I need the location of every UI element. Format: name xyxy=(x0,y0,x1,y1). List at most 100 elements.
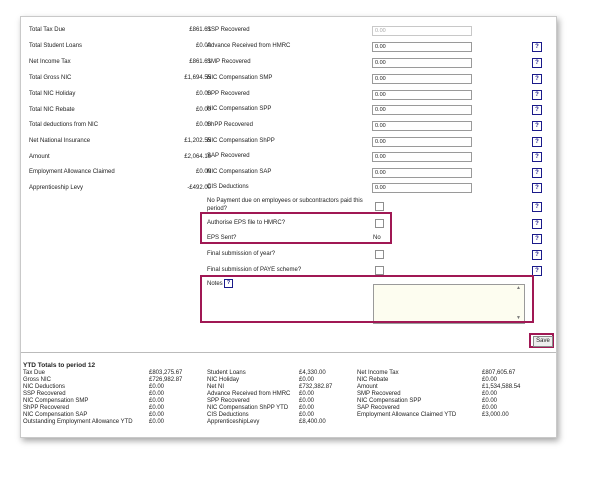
ytd-value: £0.00 xyxy=(149,419,165,425)
ytd-row: NIC Rebate £0.00 xyxy=(357,377,547,384)
ytd-row: Net NI £732,382.87 xyxy=(207,384,357,391)
total-row: Net National Insurance £1,202.55 xyxy=(29,133,211,149)
notes-highlight xyxy=(200,275,534,323)
total-label: Total Gross NIC xyxy=(29,75,72,81)
field-label: NIC Compensation ShPP xyxy=(207,138,275,144)
ytd-label: NIC Holiday xyxy=(207,377,240,383)
ytd-row: SAP Recovered £0.00 xyxy=(357,405,547,412)
eps-form-window: Total Tax Due £861.61 Total Student Loans… xyxy=(20,16,557,438)
ytd-value: £0.00 xyxy=(149,391,165,397)
spp-recovered-input[interactable]: 0.00 xyxy=(372,90,472,100)
help-icon[interactable]: ? xyxy=(532,42,542,52)
ytd-row: SSP Recovered £0.00 xyxy=(23,391,193,398)
ytd-label: CIS Deductions xyxy=(207,412,249,418)
total-row: Employment Allowance Claimed £0.00 xyxy=(29,164,211,180)
help-icon[interactable]: ? xyxy=(532,202,542,212)
ytd-label: Outstanding Employment Allowance YTD xyxy=(23,419,133,425)
nic-compensation-smp-input[interactable]: 0.00 xyxy=(372,74,472,84)
final-year-checkbox[interactable] xyxy=(375,250,384,259)
ytd-value: £0.00 xyxy=(149,384,165,390)
ytd-label: SSP Recovered xyxy=(23,391,66,397)
ytd-row: Gross NIC £726,982.87 xyxy=(23,377,193,384)
field-label: SPP Recovered xyxy=(207,91,250,97)
total-label: Total NIC Holiday xyxy=(29,91,76,97)
no-payment-checkbox[interactable] xyxy=(375,202,384,211)
total-label: Total Tax Due xyxy=(29,27,66,33)
total-label: Amount xyxy=(29,154,50,160)
help-icon[interactable]: ? xyxy=(532,234,542,244)
ytd-value: £726,982.87 xyxy=(149,377,183,383)
ytd-value: £0.00 xyxy=(149,412,165,418)
ytd-row: Tax Due £803,275.67 xyxy=(23,370,193,377)
ytd-row: NIC Compensation SAP £0.00 xyxy=(23,412,193,419)
field-label: CIS Deductions xyxy=(207,184,249,190)
total-label: Net Income Tax xyxy=(29,59,71,65)
help-icon[interactable]: ? xyxy=(532,250,542,260)
ytd-row: Employment Allowance Claimed YTD £3,000.0… xyxy=(357,412,547,419)
ytd-row: NIC Holiday £0.00 xyxy=(207,377,357,384)
nic-compensation-spp-input[interactable]: 0.00 xyxy=(372,105,472,115)
total-row: Total Student Loans £0.00 xyxy=(29,38,211,54)
field-label: NIC Compensation SAP xyxy=(207,169,272,175)
ytd-label: ShPP Recovered xyxy=(23,405,69,411)
ytd-value: £0.00 xyxy=(482,405,498,411)
help-icon[interactable]: ? xyxy=(532,183,542,193)
ytd-label: NIC Compensation ShPP YTD xyxy=(207,405,289,411)
total-row: Amount £2,064.16 xyxy=(29,149,211,165)
ytd-label: NIC Compensation SMP xyxy=(23,398,89,404)
ytd-row: NIC Deductions £0.00 xyxy=(23,384,193,391)
ytd-label: NIC Compensation SAP xyxy=(23,412,88,418)
total-row: Apprenticeship Levy -£492.00 xyxy=(29,180,211,196)
total-label: Total Student Loans xyxy=(29,43,83,49)
help-icon[interactable]: ? xyxy=(532,74,542,84)
ytd-label: Tax Due xyxy=(23,370,46,376)
ytd-label: NIC Deductions xyxy=(23,384,66,390)
ytd-row: Amount £1,534,588.54 xyxy=(357,384,547,391)
nic-compensation-shpp-input[interactable]: 0.00 xyxy=(372,137,472,147)
help-icon[interactable]: ? xyxy=(532,152,542,162)
ytd-value: £0.00 xyxy=(299,391,315,397)
help-icon[interactable]: ? xyxy=(532,219,542,229)
cis-deductions-input[interactable]: 0.00 xyxy=(372,183,472,193)
field-label: SSP Recovered xyxy=(207,27,250,33)
ytd-value: £3,000.00 xyxy=(482,412,509,418)
nic-compensation-sap-input[interactable]: 0.00 xyxy=(372,168,472,178)
smp-recovered-input[interactable]: 0.00 xyxy=(372,58,472,68)
eps-authorisation-highlight xyxy=(200,212,392,244)
ytd-value: £4,330.00 xyxy=(299,370,326,376)
ytd-value: £0.00 xyxy=(299,377,315,383)
ytd-label: Advance Received from HMRC xyxy=(207,391,291,397)
save-button[interactable]: Save xyxy=(533,336,553,347)
help-icon[interactable]: ? xyxy=(532,168,542,178)
total-label: Apprenticeship Levy xyxy=(29,185,84,191)
ytd-row: Student Loans £4,330.00 xyxy=(207,370,357,377)
total-row: Total NIC Holiday £0.00 xyxy=(29,86,211,102)
help-icon[interactable]: ? xyxy=(532,121,542,131)
advance-received-input[interactable]: 0.00 xyxy=(372,42,472,52)
total-label: Total deductions from NIC xyxy=(29,122,99,128)
ytd-row: Outstanding Employment Allowance YTD £0.0… xyxy=(23,419,193,426)
shpp-recovered-input[interactable]: 0.00 xyxy=(372,121,472,131)
ytd-value: £0.00 xyxy=(482,391,498,397)
ytd-value: £0.00 xyxy=(299,398,315,404)
ytd-label: SPP Recovered xyxy=(207,398,250,404)
ytd-value: £0.00 xyxy=(149,405,165,411)
help-icon[interactable]: ? xyxy=(532,137,542,147)
total-label: Employment Allowance Claimed xyxy=(29,169,115,175)
sap-recovered-input[interactable]: 0.00 xyxy=(372,152,472,162)
field-label: SMP Recovered xyxy=(207,59,251,65)
ytd-title: YTD Totals to period 12 xyxy=(23,362,96,369)
ytd-value: £807,605.67 xyxy=(482,370,516,376)
help-icon[interactable]: ? xyxy=(532,90,542,100)
help-icon[interactable]: ? xyxy=(532,58,542,68)
help-icon[interactable]: ? xyxy=(532,105,542,115)
ytd-value: £0.00 xyxy=(482,377,498,383)
ytd-row: SPP Recovered £0.00 xyxy=(207,398,357,405)
ytd-label: NIC Rebate xyxy=(357,377,389,383)
final-paye-label: Final submission of PAYE scheme? xyxy=(207,267,302,273)
total-row: Total deductions from NIC £0.00 xyxy=(29,117,211,133)
final-paye-checkbox[interactable] xyxy=(375,266,384,275)
ytd-label: Employment Allowance Claimed YTD xyxy=(357,412,457,418)
total-row: Total NIC Rebate £0.00 xyxy=(29,102,211,118)
ytd-row: Net Income Tax £807,605.67 xyxy=(357,370,547,377)
